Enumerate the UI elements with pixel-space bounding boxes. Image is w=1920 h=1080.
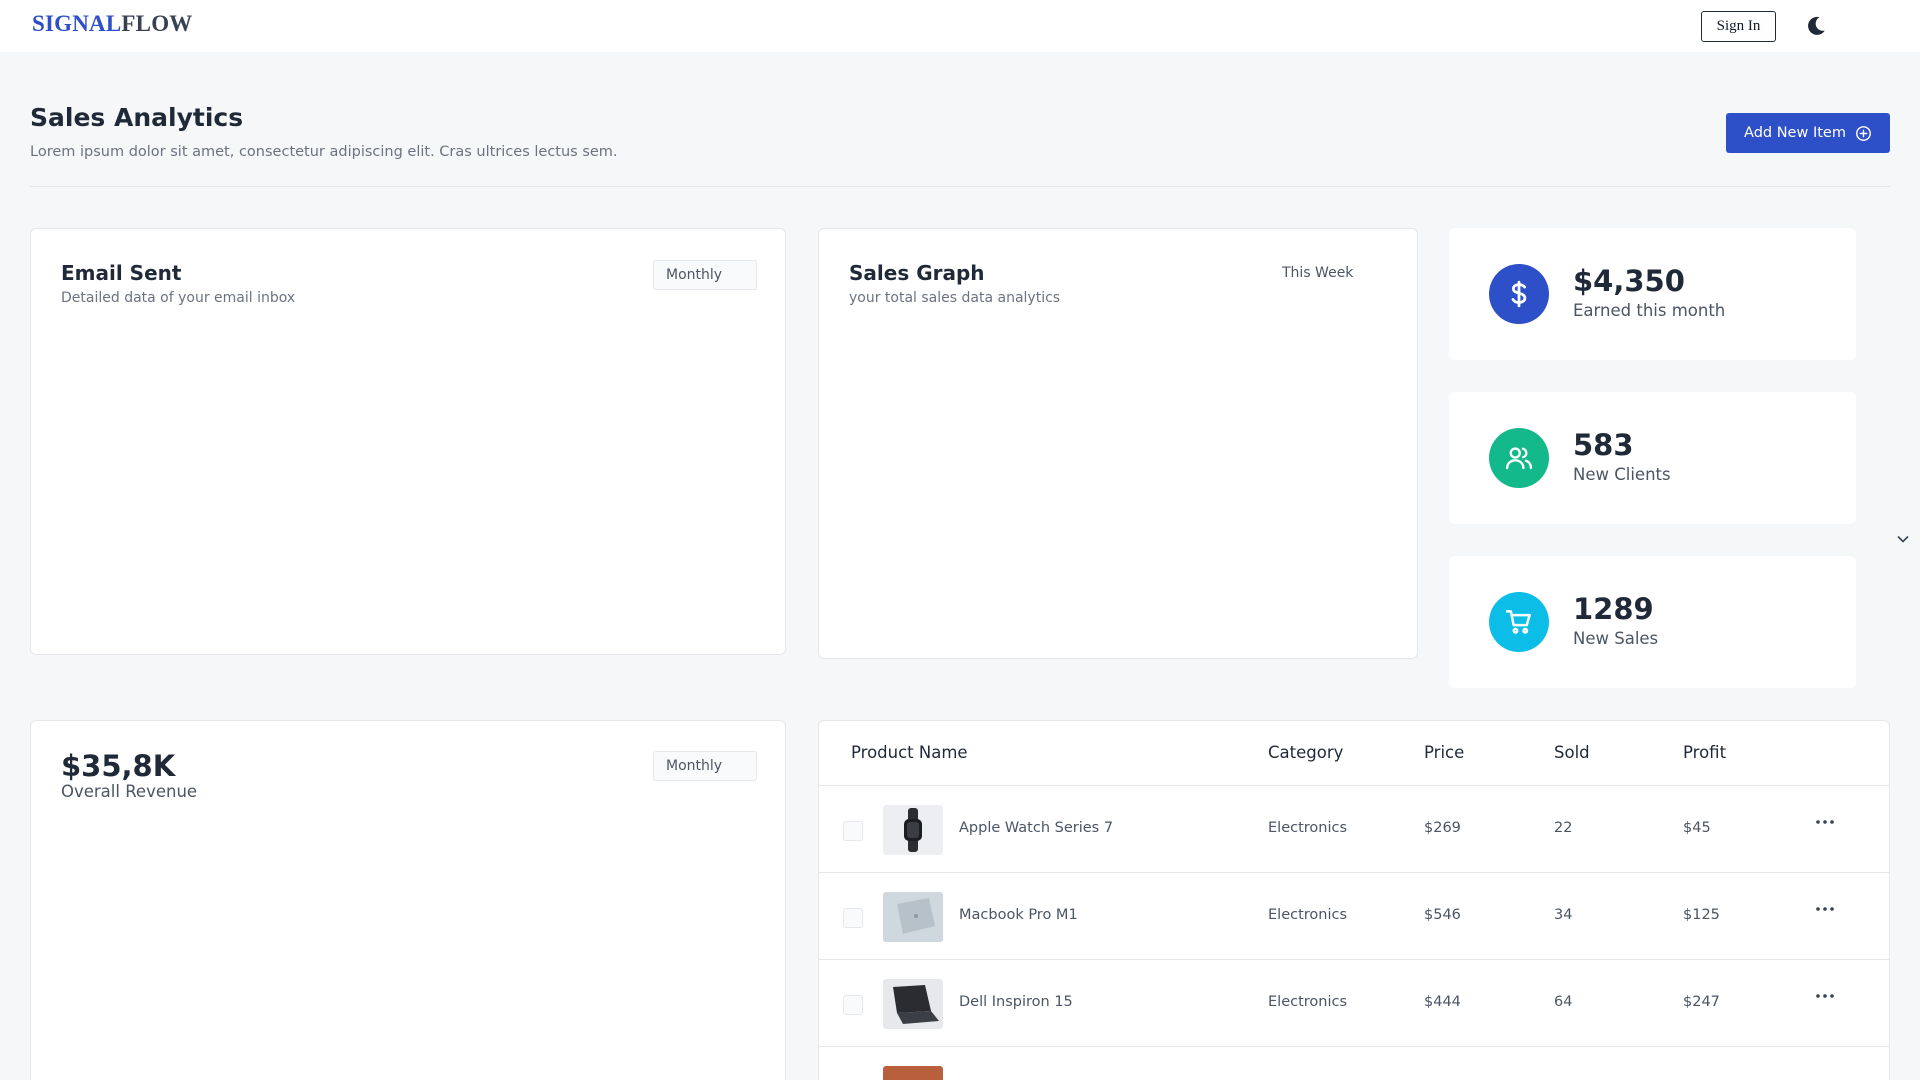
more-options-icon[interactable] (1813, 990, 1837, 1002)
revenue-label: Overall Revenue (61, 782, 198, 801)
watch-image (904, 808, 922, 852)
revenue-value: $35,8K (61, 749, 176, 783)
product-thumbnail (883, 805, 943, 855)
sales-period-select[interactable]: This Week (1282, 265, 1353, 281)
chevron-down-icon[interactable] (1896, 532, 1910, 546)
product-name: Dell Inspiron 15 (959, 994, 1073, 1010)
product-thumbnail (883, 892, 943, 942)
dollar-icon-circle (1489, 264, 1549, 324)
stat-value-earned: $4,350 (1573, 264, 1685, 298)
cart-icon-circle (1489, 592, 1549, 652)
product-profit: $125 (1683, 907, 1720, 923)
top-navbar: SIGNALFLOW Sign In (0, 0, 1920, 52)
product-name: Macbook Pro M1 (959, 907, 1078, 923)
users-icon-circle (1489, 428, 1549, 488)
product-profit: $247 (1683, 994, 1720, 1010)
product-thumbnail (883, 1066, 943, 1080)
sales-chart-area (849, 339, 1389, 629)
stat-card-earned: $4,350 Earned this month (1449, 228, 1856, 360)
row-checkbox[interactable] (843, 908, 863, 928)
laptop-image (883, 892, 943, 942)
plus-circle-icon (1856, 125, 1871, 141)
column-header-category: Category (1268, 743, 1344, 762)
stat-value-clients: 583 (1573, 428, 1634, 462)
sign-in-button[interactable]: Sign In (1701, 11, 1776, 42)
sales-graph-subtitle: your total sales data analytics (849, 290, 1061, 306)
column-header-profit: Profit (1683, 743, 1727, 762)
logo-text-signal: SIGNAL (32, 11, 122, 36)
more-options-icon[interactable] (1813, 816, 1837, 828)
product-profit: $45 (1683, 820, 1711, 836)
column-header-price: Price (1424, 743, 1465, 762)
logo-text-flow: FLOW (121, 11, 193, 36)
product-price: $444 (1424, 994, 1461, 1010)
table-header: Product Name Category Price Sold Profit (819, 721, 1889, 786)
stat-label-earned: Earned this month (1573, 301, 1726, 320)
table-row[interactable]: Apple Watch Series 7 Electronics $269 22… (819, 786, 1889, 873)
logo[interactable]: SIGNALFLOW (32, 11, 193, 37)
row-checkbox[interactable] (843, 821, 863, 841)
email-sent-title: Email Sent (61, 261, 182, 285)
users-icon (1505, 447, 1533, 470)
email-period-select[interactable]: Monthly (653, 260, 757, 290)
row-checkbox[interactable] (843, 995, 863, 1015)
revenue-period-select[interactable]: Monthly (653, 751, 757, 781)
cart-icon (1505, 610, 1531, 634)
product-sold: 64 (1554, 994, 1573, 1010)
more-options-icon[interactable] (1813, 903, 1837, 915)
stat-value-sales: 1289 (1573, 592, 1654, 626)
product-price: $546 (1424, 907, 1461, 923)
product-name: Apple Watch Series 7 (959, 820, 1114, 836)
column-header-sold: Sold (1554, 743, 1590, 762)
table-row[interactable]: Macbook Pro M1 Electronics $546 34 $125 (819, 873, 1889, 960)
stat-card-sales: 1289 New Sales (1449, 556, 1856, 688)
email-chart-area (61, 339, 757, 629)
page-subtitle: Lorem ipsum dolor sit amet, consectetur … (30, 144, 618, 160)
product-price: $269 (1424, 820, 1461, 836)
sales-graph-card: Sales Graph your total sales data analyt… (818, 228, 1418, 659)
product-sold: 22 (1554, 820, 1573, 836)
stat-label-sales: New Sales (1573, 629, 1659, 648)
column-header-product-name: Product Name (851, 743, 968, 762)
stat-label-clients: New Clients (1573, 465, 1671, 484)
product-category: Electronics (1268, 820, 1348, 836)
header-divider (30, 186, 1890, 187)
email-sent-card: Email Sent Detailed data of your email i… (30, 228, 786, 655)
sales-graph-title: Sales Graph (849, 261, 985, 285)
page-title: Sales Analytics (30, 103, 244, 132)
moon-icon[interactable] (1804, 14, 1828, 38)
add-new-item-label: Add New Item (1744, 125, 1846, 141)
laptop-image (893, 985, 939, 1024)
product-category: Electronics (1268, 907, 1348, 923)
product-sold: 34 (1554, 907, 1573, 923)
email-sent-subtitle: Detailed data of your email inbox (61, 290, 296, 306)
product-category: Electronics (1268, 994, 1348, 1010)
product-thumbnail (883, 979, 943, 1029)
overall-revenue-card: $35,8K Overall Revenue Monthly (30, 720, 786, 1080)
products-table: Product Name Category Price Sold Profit … (818, 720, 1890, 1080)
add-new-item-button[interactable]: Add New Item (1726, 113, 1890, 153)
stat-card-clients: 583 New Clients (1449, 392, 1856, 524)
table-row[interactable]: Dell Inspiron 15 Electronics $444 64 $24… (819, 960, 1889, 1047)
table-row[interactable] (819, 1047, 1889, 1080)
dollar-icon (1511, 280, 1527, 308)
